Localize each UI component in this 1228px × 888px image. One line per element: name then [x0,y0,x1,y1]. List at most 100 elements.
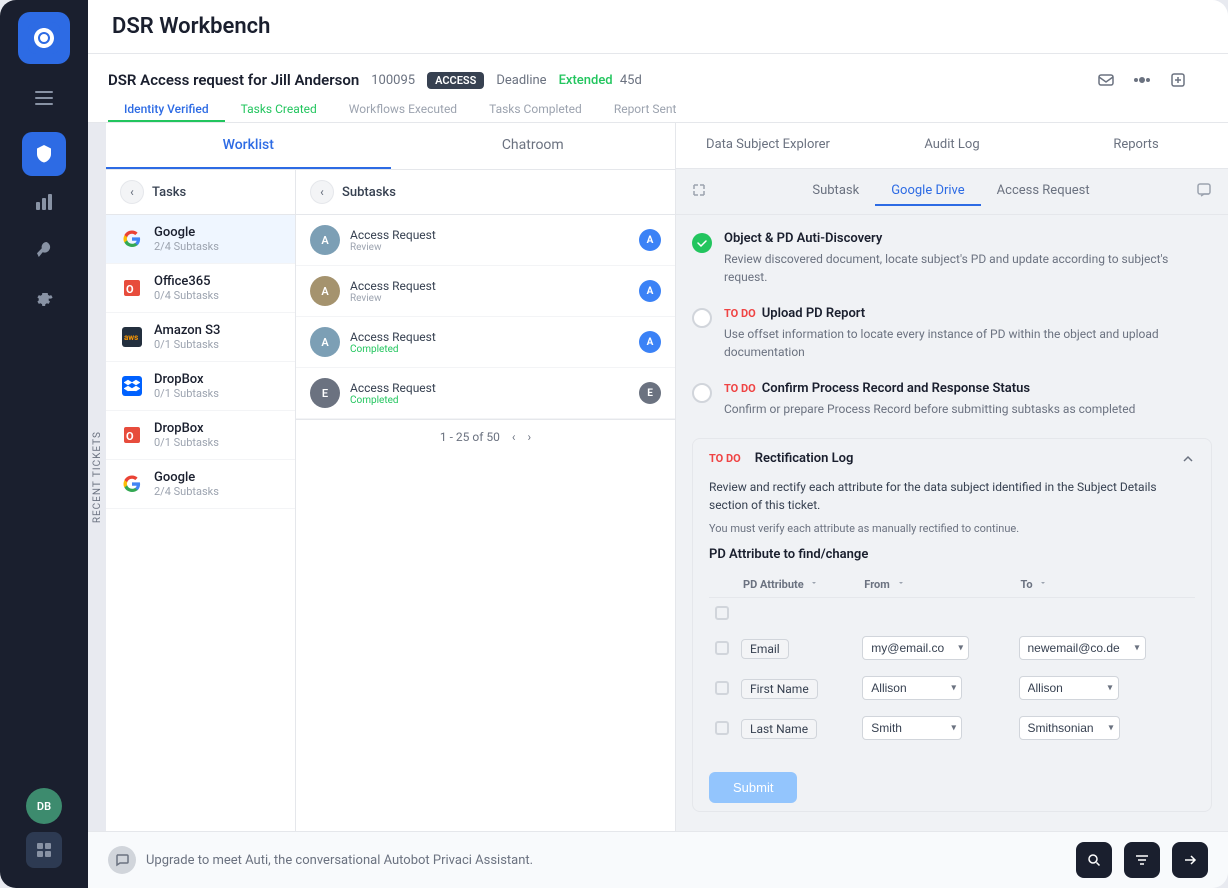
app-logo[interactable] [18,12,70,64]
subtasks-column-header: ‹ Subtasks [296,170,675,215]
task-info-google2: Google 2/4 Subtasks [154,470,281,498]
svg-text:aws: aws [124,333,138,342]
user-avatar[interactable]: DB [26,788,62,824]
subtask-avatar-1: A [310,225,340,255]
sidebar-nav [22,132,66,788]
prev-page-button[interactable]: ‹ [512,430,516,444]
step-check-icon-1 [692,233,712,253]
dsr-panel: DSR Access request for Jill Anderson 100… [88,54,1228,123]
subtask-item-4[interactable]: E Access Request Completed E [296,368,675,419]
dsr-action-icon-2[interactable] [1128,66,1156,94]
right-section: Data Subject Explorer Audit Log Reports [676,123,1228,831]
hamburger-menu[interactable] [26,80,62,116]
expand-icon[interactable] [692,182,706,201]
subtasks-column: ‹ Subtasks A Access Request Review A [296,170,675,831]
table-row-email: Email my@email.co [709,628,1195,668]
dsr-action-icon-3[interactable] [1164,66,1192,94]
subtask-info-2: Access Request Review [350,279,629,304]
submit-button[interactable]: Submit [709,772,797,803]
task-item-google1[interactable]: Google 2/4 Subtasks [106,215,295,264]
sidebar: DB [0,0,88,888]
subtask-avatar-3: A [310,327,340,357]
task-info-google1: Google 2/4 Subtasks [154,225,281,253]
step-title-2: Upload PD Report [762,306,865,321]
tasks-column: ‹ Tasks Google 2/4 Subtasks [106,170,296,831]
tab-reports[interactable]: Reports [1044,123,1228,168]
from-lastname-select[interactable]: Smith [862,716,962,740]
next-page-button[interactable]: › [527,430,531,444]
progress-tab-workflows[interactable]: Workflows Executed [333,94,473,122]
task-logo-google1 [120,227,144,251]
to-lastname-select[interactable]: Smithsonian [1019,716,1120,740]
right-tab-subtask[interactable]: Subtask [796,177,875,206]
from-firstname-wrapper: Allison [862,676,962,700]
todo-rectification-section: TO DO Rectification Log Review and recti… [692,438,1212,812]
tab-data-subject-explorer[interactable]: Data Subject Explorer [676,123,860,168]
sidebar-item-shield[interactable] [22,132,66,176]
task-item-dropbox1[interactable]: DropBox 0/1 Subtasks [106,362,295,411]
tab-chatroom[interactable]: Chatroom [391,123,676,169]
comment-icon[interactable] [1196,182,1212,202]
sidebar-item-settings[interactable] [22,276,66,320]
task-item-office[interactable]: O Office365 0/4 Subtasks [106,264,295,313]
subtask-item-1[interactable]: A Access Request Review A [296,215,675,266]
to-email-wrapper: newemail@co.de [1019,636,1146,660]
to-lastname-wrapper: Smithsonian [1019,716,1120,740]
page-title: DSR Workbench [112,14,1204,39]
pd-checkbox-lastname[interactable] [715,721,729,735]
deadline-status: Extended [559,73,613,88]
subtask-item-3[interactable]: A Access Request Completed A [296,317,675,368]
tasks-subtasks-area: ‹ Tasks Google 2/4 Subtasks [106,170,675,831]
pd-attr-firstname: First Name [741,679,818,699]
table-row-lastname: Last Name Smith [709,708,1195,748]
tasks-chevron[interactable]: ‹ [120,180,144,204]
task-item-amazon[interactable]: aws Amazon S3 0/1 Subtasks [106,313,295,362]
bottom-arrow-button[interactable] [1172,842,1208,878]
bottom-filter-button[interactable] [1124,842,1160,878]
step-desc-1: Review discovered document, locate subje… [724,250,1212,286]
subtask-badge-4: E [639,382,661,404]
task-info-amazon: Amazon S3 0/1 Subtasks [154,323,281,351]
from-email-select[interactable]: my@email.co [862,636,969,660]
pd-attribute-table: PD Attribute From [709,572,1195,748]
pd-attr-lastname: Last Name [741,719,817,739]
dsr-action-icon-1[interactable] [1092,66,1120,94]
right-tab-access-request[interactable]: Access Request [981,177,1106,206]
progress-tab-completed[interactable]: Tasks Completed [473,94,598,122]
chat-bubble-icon [108,846,136,874]
subtask-item-2[interactable]: A Access Request Review A [296,266,675,317]
apps-grid-button[interactable] [26,832,62,868]
th-pd-attribute: PD Attribute [735,572,856,598]
todo-section-header[interactable]: TO DO Rectification Log [693,439,1211,478]
progress-tab-identity[interactable]: Identity Verified [108,94,225,122]
tab-audit-log[interactable]: Audit Log [860,123,1044,168]
progress-tab-tasks[interactable]: Tasks Created [225,94,333,122]
subtask-badge-2: A [639,280,661,302]
right-tab-googledrive[interactable]: Google Drive [875,177,980,206]
todo-section-todo-label: TO DO [709,452,741,465]
from-lastname-wrapper: Smith [862,716,962,740]
sidebar-item-tools[interactable] [22,228,66,272]
task-item-dropbox2[interactable]: O DropBox 0/1 Subtasks [106,411,295,460]
step-title-3: Confirm Process Record and Response Stat… [762,381,1030,396]
to-firstname-select[interactable]: Allison [1019,676,1119,700]
step-circle-icon-2 [692,308,712,328]
tab-worklist[interactable]: Worklist [106,123,391,169]
subtask-info-3: Access Request Completed [350,330,629,355]
pd-checkbox-email[interactable] [715,641,729,655]
task-item-google2[interactable]: Google 2/4 Subtasks [106,460,295,509]
subtask-badge-1: A [639,229,661,251]
subtask-badge-3: A [639,331,661,353]
subtasks-chevron[interactable]: ‹ [310,180,334,204]
progress-tab-sent[interactable]: Report Sent [598,94,693,122]
deadline-days: 45d [620,73,642,88]
sidebar-item-analytics[interactable] [22,180,66,224]
pd-attr-email: Email [741,639,789,659]
from-firstname-select[interactable]: Allison [862,676,962,700]
pd-checkbox-firstname[interactable] [715,681,729,695]
pd-checkbox-empty[interactable] [715,606,729,620]
to-email-select[interactable]: newemail@co.de [1019,636,1146,660]
recent-tickets-tab[interactable]: RECENT TICKETS [88,123,106,831]
task-logo-office: O [120,276,144,300]
bottom-search-button[interactable] [1076,842,1112,878]
